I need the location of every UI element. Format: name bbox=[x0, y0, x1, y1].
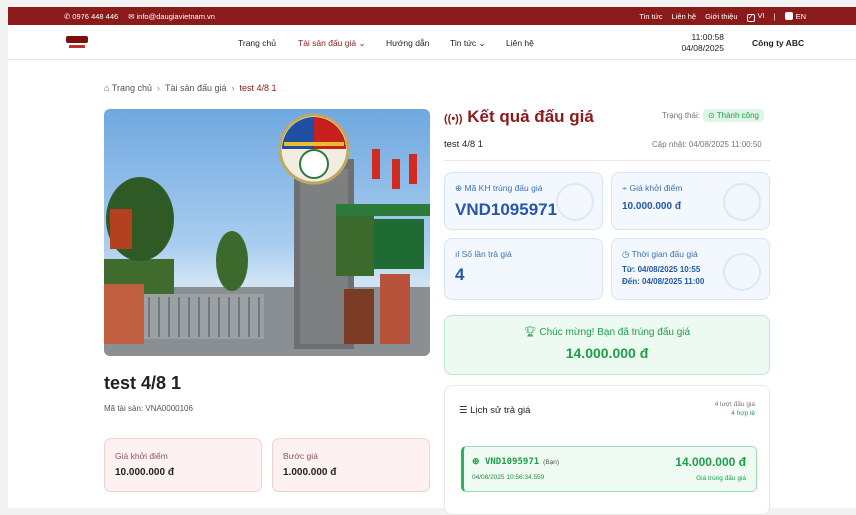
nav-home[interactable]: Trang chủ bbox=[238, 38, 276, 48]
bar-chart-icon: ıl bbox=[455, 249, 460, 259]
nav-assets[interactable]: Tài sản đấu giá ⌄ bbox=[298, 38, 366, 49]
mail-icon: ✉ bbox=[128, 11, 135, 21]
breadcrumb-assets[interactable]: Tài sản đấu giá bbox=[165, 83, 227, 93]
site-logo[interactable] bbox=[66, 36, 88, 49]
trophy-icon: 🏆︎ bbox=[523, 327, 537, 338]
winning-tag: Giá trúng đấu giá bbox=[696, 475, 746, 482]
status-badge: ⊙ Thành công bbox=[702, 109, 764, 122]
clock-icon: ◷ bbox=[622, 249, 630, 259]
user-icon: ⊕ bbox=[472, 456, 480, 466]
history-row[interactable]: ⊕ VND1095971 (Bạn) 04/08/2025 10:56:34.55… bbox=[461, 446, 757, 492]
divider bbox=[444, 160, 770, 161]
breadcrumb: ⌂ Trang chủ › Tài sản đấu giá › test 4/8 1 bbox=[104, 83, 277, 93]
checkbox-icon bbox=[784, 11, 793, 20]
winner-card: ⊕ Mã KH trúng đấu giá VND1095971 bbox=[444, 172, 603, 230]
bid-count-card: ıl Số lần trả giá 4 bbox=[444, 238, 603, 300]
clock-date: 04/08/2025 bbox=[681, 43, 724, 53]
lang-divider: | bbox=[773, 11, 776, 21]
history-valid: 4 hợp lệ bbox=[731, 410, 755, 417]
asset-code: Mã tài sản: VNA0000106 bbox=[104, 404, 193, 413]
phone-icon: ✆ bbox=[64, 11, 71, 21]
bid-history-panel: ☰ Lịch sử trả giá 4 lượt đấu giá 4 hợp l… bbox=[444, 385, 770, 515]
result-subtitle: test 4/8 1 bbox=[444, 139, 484, 150]
lang-en-toggle[interactable]: EN bbox=[784, 11, 806, 21]
asset-photo-illustration bbox=[104, 113, 430, 356]
nav-news[interactable]: Tin tức ⌄ bbox=[450, 38, 486, 49]
phone-contact[interactable]: ✆ 0976 448 446 bbox=[64, 12, 118, 21]
coins-icon bbox=[723, 183, 761, 221]
start-price-value: 10.000.000 đ bbox=[115, 467, 174, 478]
history-count: 4 lượt đấu giá bbox=[714, 401, 755, 408]
user-icon: ⊕ bbox=[455, 183, 463, 193]
bid-step-label: Bước giá bbox=[283, 451, 318, 461]
clock: 11:00:58 04/08/2025 bbox=[672, 32, 724, 54]
updated-time: Cập nhật: 04/08/2025 11:00:50 bbox=[652, 140, 762, 149]
bid-amount: 14.000.000 đ bbox=[675, 455, 746, 469]
company-name[interactable]: Công ty ABC bbox=[752, 38, 804, 48]
topbar-link-contact[interactable]: Liên hệ bbox=[671, 12, 696, 21]
history-meta: 4 lượt đấu giá 4 hợp lệ bbox=[715, 400, 755, 418]
you-tag: (Bạn) bbox=[543, 459, 560, 466]
start-price-info-card: ⌁ Giá khởi điểm 10.000.000 đ bbox=[611, 172, 770, 230]
checkbox-checked-icon: ✓ bbox=[746, 13, 755, 22]
auction-time-card: ◷ Thời gian đấu giá Từ: 04/08/2025 10:55… bbox=[611, 238, 770, 300]
bid-step-card: Bước giá 1.000.000 đ bbox=[272, 438, 430, 492]
bid-step-value: 1.000.000 đ bbox=[283, 467, 337, 478]
top-bar: ✆ 0976 448 446 ✉ info@daugiavietnam.vn Tin… bbox=[8, 7, 856, 25]
email-contact[interactable]: ✉ info@daugiavietnam.vn bbox=[128, 12, 215, 21]
breadcrumb-separator: › bbox=[231, 83, 235, 93]
start-price-card: Giá khởi điểm 10.000.000 đ bbox=[104, 438, 262, 492]
breadcrumb-current: test 4/8 1 bbox=[239, 83, 277, 93]
win-amount: 14.000.000 đ bbox=[565, 345, 649, 361]
breadcrumb-home[interactable]: Trang chủ bbox=[112, 83, 152, 93]
asset-title: test 4/8 1 bbox=[104, 373, 182, 393]
bid-count-value: 4 bbox=[455, 265, 465, 284]
bid-code: ⊕ VND1095971 (Bạn) bbox=[472, 456, 560, 467]
bid-time: 04/08/2025 10:56:34.559 bbox=[472, 474, 545, 481]
start-price-label: Giá khởi điểm bbox=[115, 451, 168, 461]
main-navbar: Trang chủ Tài sản đấu giá ⌄ Hướng dẫn Ti… bbox=[8, 25, 856, 60]
history-title: ☰ Lịch sử trả giá bbox=[459, 405, 531, 416]
watermark-icon bbox=[556, 183, 594, 221]
broadcast-icon: ((•)) bbox=[444, 113, 463, 125]
home-icon: ⌂ bbox=[104, 83, 110, 93]
clock-time: 11:00:58 bbox=[691, 32, 724, 42]
topbar-link-news[interactable]: Tin tức bbox=[639, 12, 662, 21]
asset-photo[interactable] bbox=[104, 109, 430, 356]
result-status: Trạng thái: ⊙ Thành công bbox=[662, 109, 764, 122]
result-title: ((•)) Kết quả đấu giá bbox=[444, 107, 594, 126]
list-icon: ☰ bbox=[459, 405, 468, 416]
lang-vi-toggle[interactable]: ✓ VI bbox=[746, 11, 765, 22]
tag-icon: ⌁ bbox=[622, 183, 628, 193]
stopwatch-icon bbox=[723, 253, 761, 291]
nav-guide[interactable]: Hướng dẫn bbox=[386, 38, 429, 48]
topbar-link-about[interactable]: Giới thiệu bbox=[705, 12, 737, 21]
nav-contact[interactable]: Liên hệ bbox=[506, 38, 534, 48]
congrats-banner: 🏆︎ Chúc mừng! Bạn đã trúng đấu giá 14.00… bbox=[444, 315, 770, 375]
breadcrumb-separator: › bbox=[156, 83, 160, 93]
